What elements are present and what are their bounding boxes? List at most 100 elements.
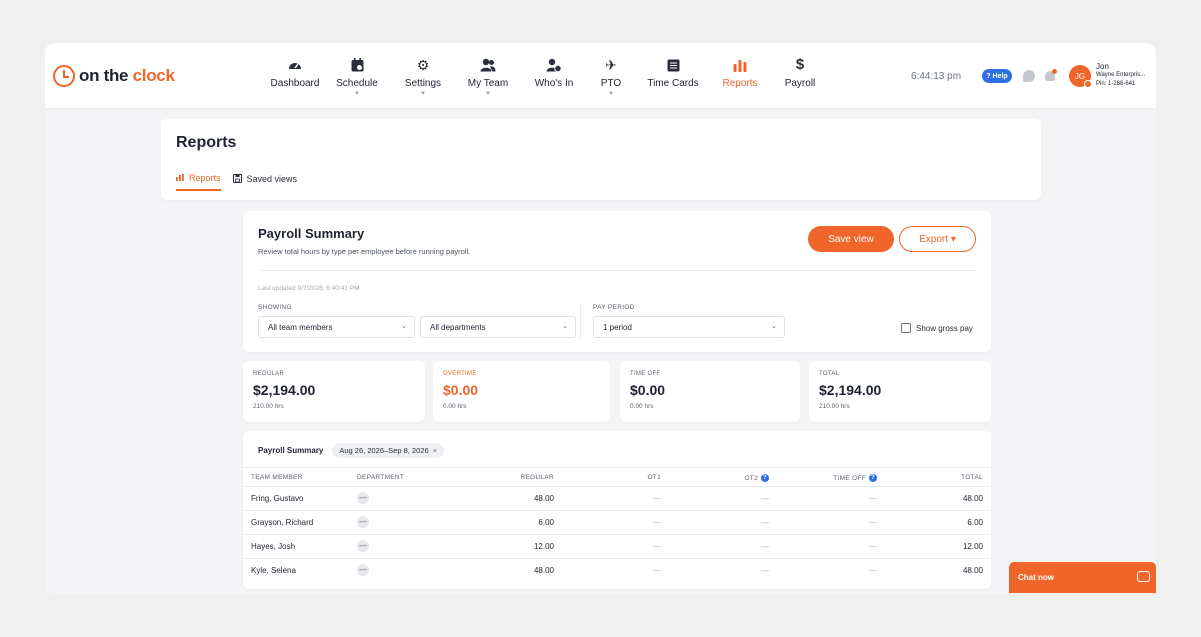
table-row[interactable]: Hayes, Josh — 12.00 — — — 12.00 [243,535,991,559]
tab-label: Saved views [246,174,298,184]
close-icon[interactable]: × [433,446,437,455]
chip-label: Aug 26, 2026–Sep 8, 2026 [339,446,429,455]
col-regular[interactable]: REGULAR [520,474,554,481]
table-row[interactable]: Grayson, Richard — 6.00 — — — 6.00 [243,511,991,535]
logo-text: on the clock [79,66,175,85]
tab-saved-views[interactable]: Saved views [232,173,298,191]
cell-ot1: — [653,518,661,527]
nav-reports[interactable]: Reports [711,57,769,89]
cell-ot1: — [653,566,661,575]
stat-value: $0.00 [630,382,666,398]
stat-hours: 210.00 hrs [253,403,284,410]
col-team-member[interactable]: TEAM MEMBER [251,474,303,481]
col-ot1[interactable]: OT1 [647,474,661,481]
nav-whos-in[interactable]: Who's In [521,57,587,89]
chevron-down-icon: ⌄ [562,323,568,330]
cell-ot2: — [761,566,769,575]
nav-dashboard[interactable]: Dashboard [267,57,323,89]
team-members-select[interactable]: All team members ⌄ [258,316,415,338]
user-name: Jon [1096,62,1109,71]
current-time: 6:44:13 pm [911,71,962,82]
col-ot2[interactable]: OT2? [744,474,769,482]
help-button[interactable]: ? Help [982,69,1012,83]
chevron-down-icon: ▼ [420,91,426,97]
last-updated-text: Last updated 9/7/2026, 6:40:41 PM [258,285,360,292]
bar-chart-icon [732,57,748,73]
nav-label: Time Cards [647,78,699,89]
cell-regular: 6.00 [538,518,554,527]
nav-settings[interactable]: ⚙ Settings ▼ [391,57,455,97]
show-gross-pay-checkbox[interactable]: Show gross pay [901,323,973,333]
chat-now-widget[interactable]: Chat now [1009,562,1156,593]
departments-select[interactable]: All departments ⌄ [420,316,576,338]
cell-name: Kyle, Selena [251,566,296,575]
nav-label: Who's In [534,78,574,89]
messages-icon[interactable] [1023,70,1035,82]
date-range-chip[interactable]: Aug 26, 2026–Sep 8, 2026 × [332,443,445,458]
company-name: Wayne Enterpris... [1096,72,1146,78]
cell-total: 12.00 [962,542,983,551]
nav-pto[interactable]: ✈ PTO ▼ [587,57,635,97]
cell-ot2: — [761,494,769,503]
avatar-status-badge [1084,80,1092,88]
team-icon [480,57,496,73]
nav-schedule[interactable]: Schedule ▼ [323,57,391,97]
cell-time-off: — [869,542,877,551]
whos-in-icon [546,57,562,73]
info-icon[interactable]: ? [761,474,769,482]
table-column-headers: TEAM MEMBER DEPARTMENT REGULAR OT1 OT2? … [243,467,991,487]
page-title: Reports [176,134,237,151]
user-pin: Pin: 1-288-641 [1096,81,1136,87]
stat-label: TOTAL [819,371,840,377]
chevron-down-icon: ▼ [485,91,491,97]
plane-icon: ✈ [605,57,617,73]
stat-label: REGULAR [253,371,285,377]
tab-label: Reports [189,173,221,183]
cell-ot1: — [653,494,661,503]
save-view-button[interactable]: Save view [808,226,894,252]
col-label: OT2 [744,474,758,482]
nav-time-cards[interactable]: Time Cards [635,57,711,89]
nav-my-team[interactable]: My Team ▼ [455,57,521,97]
cell-total: 48.00 [962,494,983,503]
cell-name: Fring, Gustavo [251,494,304,503]
stat-card-time-off: TIME OFF $0.00 0.00 hrs [620,361,800,422]
select-value: 1 period [603,323,632,332]
user-info[interactable]: Jon Wayne Enterpris... Pin: 1-288-641 [1096,62,1145,89]
checkbox-label: Show gross pay [916,323,973,333]
tab-reports[interactable]: Reports [176,173,221,191]
col-time-off[interactable]: TIME OFF? [833,474,877,482]
table-row[interactable]: Fring, Gustavo — 48.00 — — — 48.00 [243,487,991,511]
divider [258,270,976,271]
pay-period-label: PAY PERIOD [593,304,635,311]
col-department[interactable]: DEPARTMENT [357,474,404,481]
department-badge: — [357,516,369,528]
notifications-bell-icon[interactable] [1043,69,1057,83]
stat-hours: 0.00 hrs [630,403,654,410]
export-button[interactable]: Export ▾ [899,226,976,252]
filter-divider [580,304,581,338]
col-total[interactable]: TOTAL [961,474,983,481]
stat-label: TIME OFF [630,371,661,377]
chevron-down-icon: ⌄ [401,323,407,330]
table-row[interactable]: Kyle, Selena — 48.00 — — — 48.00 [243,559,991,583]
logo[interactable]: on the clock [53,65,175,87]
cell-regular: 12.00 [533,542,554,551]
cell-time-off: — [869,494,877,503]
pay-period-select[interactable]: 1 period ⌄ [593,316,785,338]
chevron-down-icon: ▼ [608,91,614,97]
nav-label: My Team [467,78,509,89]
table-header: Payroll Summary Aug 26, 2026–Sep 8, 2026… [258,443,445,458]
cell-ot1: — [653,542,661,551]
info-icon[interactable]: ? [869,474,877,482]
report-title: Payroll Summary [258,226,365,241]
nav-payroll[interactable]: $ Payroll [769,57,831,90]
dashboard-icon [287,57,303,73]
nav-label: Payroll [784,78,816,89]
clock-logo-icon [53,65,75,87]
checkbox[interactable] [901,323,911,333]
app-window: on the clock Dashboard Schedule ▼ ⚙ Sett… [45,43,1156,594]
col-label: TIME OFF [833,474,866,482]
main-nav: Dashboard Schedule ▼ ⚙ Settings ▼ My Tea… [267,57,831,98]
report-subtitle: Review total hours by type per employee … [258,247,471,256]
